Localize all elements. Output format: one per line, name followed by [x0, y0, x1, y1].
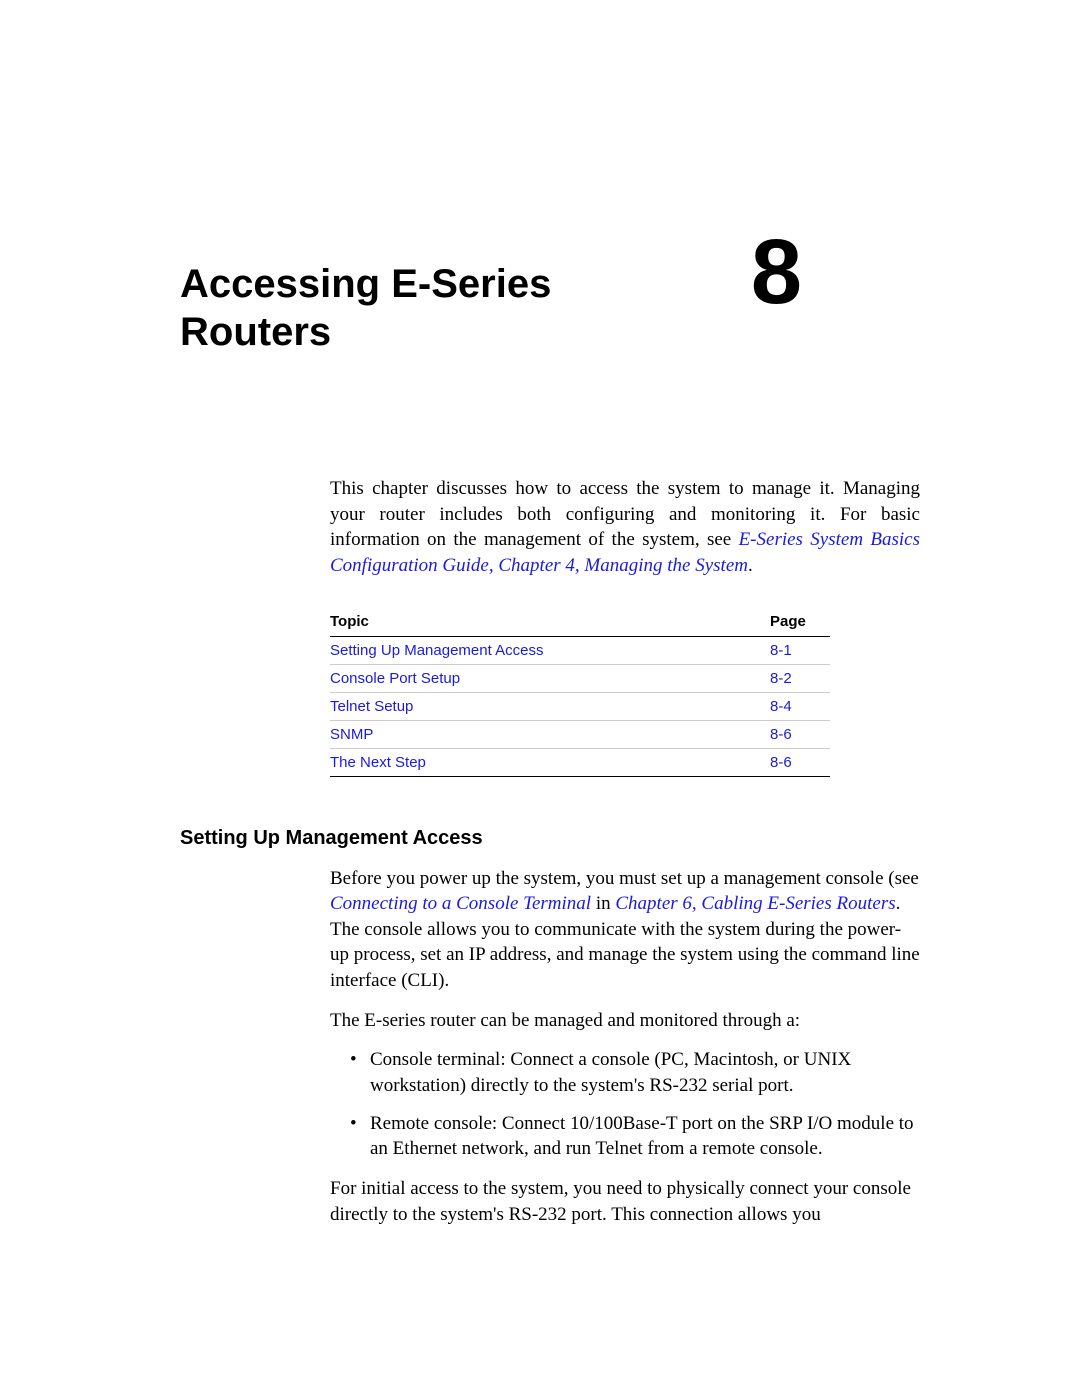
- toc-row: SNMP 8-6: [330, 720, 830, 748]
- para1-link-2[interactable]: Chapter 6, Cabling E-Series Routers: [615, 893, 895, 914]
- toc-header-topic: Topic: [330, 607, 770, 637]
- toc-page[interactable]: 8-4: [770, 692, 830, 720]
- toc-row: Console Port Setup 8-2: [330, 664, 830, 692]
- intro-paragraph: This chapter discusses how to access the…: [330, 476, 920, 579]
- section-para-3: For initial access to the system, you ne…: [330, 1176, 920, 1227]
- toc-row: Telnet Setup 8-4: [330, 692, 830, 720]
- toc-topic[interactable]: Setting Up Management Access: [330, 636, 770, 664]
- toc-row: Setting Up Management Access 8-1: [330, 636, 830, 664]
- document-page: 8 Accessing E-Series Routers This chapte…: [0, 0, 1080, 1227]
- section-heading: Setting Up Management Access: [180, 827, 920, 850]
- chapter-title: Accessing E-Series Routers: [180, 260, 620, 356]
- toc-table: Topic Page Setting Up Management Access …: [330, 607, 830, 777]
- toc-page[interactable]: 8-2: [770, 664, 830, 692]
- toc-header-page: Page: [770, 607, 830, 637]
- bullet-list: Console terminal: Connect a console (PC,…: [350, 1047, 920, 1162]
- section-para-2: The E-series router can be managed and m…: [330, 1008, 920, 1034]
- para1-before: Before you power up the system, you must…: [330, 868, 919, 889]
- toc-page[interactable]: 8-6: [770, 720, 830, 748]
- section-para-1: Before you power up the system, you must…: [330, 866, 920, 994]
- intro-text-after: .: [748, 555, 753, 576]
- list-item: Remote console: Connect 10/100Base-T por…: [350, 1111, 920, 1162]
- para1-mid: in: [591, 893, 615, 914]
- toc-topic[interactable]: Telnet Setup: [330, 692, 770, 720]
- list-item: Console terminal: Connect a console (PC,…: [350, 1047, 920, 1098]
- toc-page[interactable]: 8-6: [770, 748, 830, 776]
- para1-link-1[interactable]: Connecting to a Console Terminal: [330, 893, 591, 914]
- toc-row: The Next Step 8-6: [330, 748, 830, 776]
- toc-topic[interactable]: Console Port Setup: [330, 664, 770, 692]
- toc-topic[interactable]: SNMP: [330, 720, 770, 748]
- toc-topic[interactable]: The Next Step: [330, 748, 770, 776]
- chapter-number: 8: [751, 220, 802, 325]
- chapter-header: 8 Accessing E-Series Routers: [180, 260, 920, 356]
- toc-page[interactable]: 8-1: [770, 636, 830, 664]
